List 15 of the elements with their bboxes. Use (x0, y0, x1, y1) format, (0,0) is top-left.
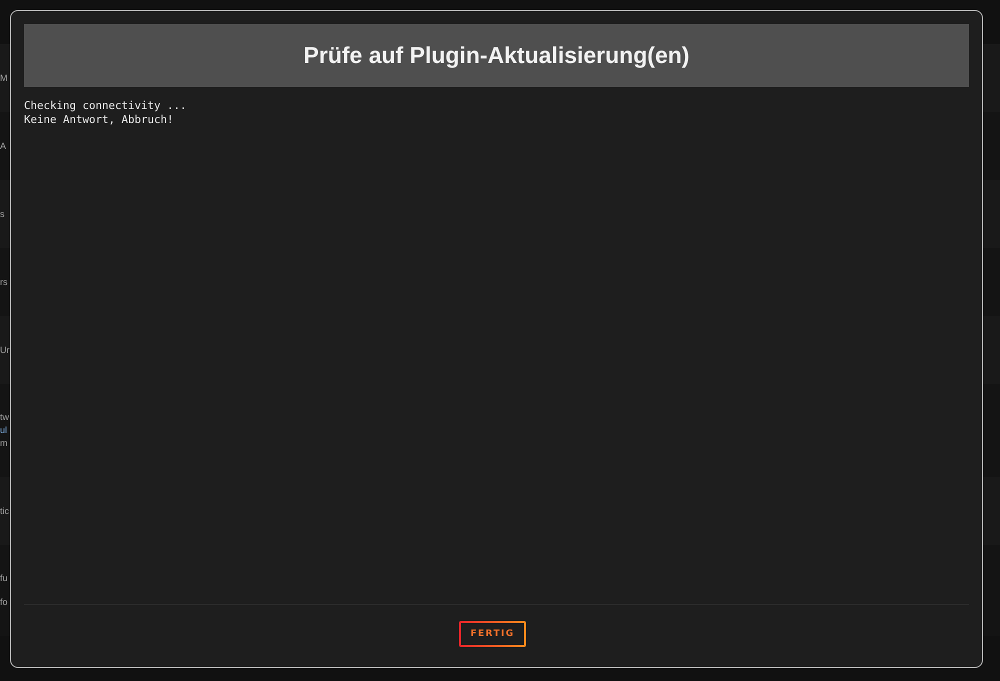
background-text: ul (0, 424, 8, 437)
log-line: Checking connectivity ... (24, 99, 188, 113)
done-button[interactable]: FERTIG (459, 621, 526, 647)
background-text: tw (0, 411, 9, 424)
log-line: Keine Antwort, Abbruch! (24, 113, 175, 127)
background-text: A (0, 140, 6, 152)
background-text: Ur (0, 344, 10, 356)
background-text: m (0, 437, 8, 450)
dialog-title: Prüfe auf Plugin-Aktualisierung(en) (24, 24, 969, 87)
background-text: s (0, 208, 4, 220)
background-text: rs (0, 276, 8, 288)
background-text: tic (0, 504, 9, 518)
background-text: fu (0, 572, 8, 585)
background-text: fo (0, 596, 8, 609)
background-text: M (0, 72, 8, 84)
